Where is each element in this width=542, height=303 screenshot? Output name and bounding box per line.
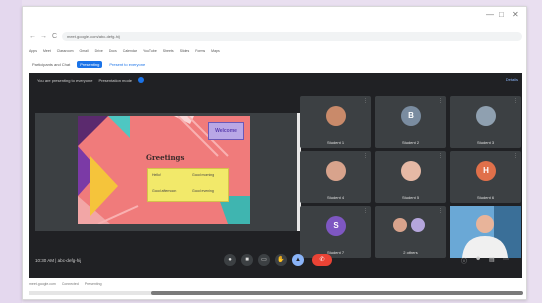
forward-icon[interactable]: →: [40, 33, 47, 40]
minimize-icon[interactable]: —: [486, 10, 494, 19]
bookmark-item[interactable]: Meet: [43, 49, 51, 53]
participant-tile[interactable]: ⋮ B Student 2: [375, 96, 446, 148]
participant-tile[interactable]: ⋮ Student 5: [375, 151, 446, 203]
camera-icon[interactable]: ■: [241, 254, 253, 266]
avatar: [476, 106, 496, 126]
cc-icon[interactable]: ▭: [258, 254, 270, 266]
greetings-box: Hello! Good morning Good afternoon Good …: [147, 168, 229, 202]
meet-header: You are presenting to everyone Presentat…: [29, 73, 522, 87]
page-tab-strip: Participants and Chat Presenting Present…: [29, 59, 148, 69]
tab-present-everyone[interactable]: Present to everyone: [106, 61, 148, 68]
presented-slide: Welcome Greetings Hello! Good morning Go…: [78, 116, 250, 224]
greeting-line: Good afternoon: [152, 189, 177, 193]
slide-title: Greetings: [146, 153, 185, 162]
browser-window: — □ ✕ ← → C meet.google.com/abc-defg-hij…: [22, 6, 527, 300]
chat-icon[interactable]: ▤: [489, 256, 495, 263]
participant-tile[interactable]: ⋮ Student 1: [300, 96, 371, 148]
call-controls: 10:30 AM | abc-defg-hij ● ■ ▭ ✋ ▲ ✆ ⓘ ☻ …: [29, 249, 522, 271]
bookmark-item[interactable]: Slides: [180, 49, 190, 53]
welcome-sign: Welcome: [208, 122, 244, 140]
title-bar: — □ ✕: [23, 7, 526, 29]
participant-tile[interactable]: ⋮ H Student 6: [450, 151, 521, 203]
bookmark-item[interactable]: Drive: [95, 49, 103, 53]
bookmark-item[interactable]: Classroom: [57, 49, 74, 53]
tab-presenting[interactable]: Presenting: [77, 60, 103, 68]
avatar: H: [476, 161, 496, 181]
participant-name: Student 4: [326, 195, 345, 200]
more-icon[interactable]: ⋮: [438, 153, 443, 159]
info-icon[interactable]: ⓘ: [461, 256, 467, 265]
maximize-icon[interactable]: □: [499, 10, 504, 19]
close-icon[interactable]: ✕: [512, 10, 519, 19]
present-icon[interactable]: ▲: [292, 254, 304, 266]
bookmark-item[interactable]: Sheets: [163, 49, 174, 53]
presentation-label: Presentation mode: [98, 77, 133, 83]
details-link[interactable]: Details: [506, 77, 518, 82]
participant-name: Student 6: [476, 195, 495, 200]
more-icon[interactable]: ⋮: [363, 98, 368, 104]
presentation-stage: Welcome Greetings Hello! Good morning Go…: [35, 113, 301, 231]
more-icon[interactable]: ⋮: [513, 98, 518, 104]
participant-grid: ⋮ Student 1 ⋮ B Student 2 ⋮ Student 3 ⋮ …: [300, 96, 522, 258]
more-icon[interactable]: ⋮: [363, 208, 368, 214]
bookmark-item[interactable]: Calendar: [123, 49, 137, 53]
greeting-line: Hello!: [152, 173, 161, 177]
status-bar: meet.google.com Connected Presenting: [29, 280, 522, 288]
horizontal-scroll-thumb[interactable]: [151, 291, 523, 295]
greeting-line: Good evening: [192, 189, 214, 193]
bookmarks-bar: Apps Meet Classroom Gmail Drive Docs Cal…: [29, 47, 522, 55]
activities-icon[interactable]: ⋯: [503, 256, 509, 263]
end-call-button[interactable]: ✆: [312, 254, 332, 266]
avatar: B: [401, 106, 421, 126]
bookmark-item[interactable]: YouTube: [143, 49, 157, 53]
more-icon[interactable]: ⋮: [513, 153, 518, 159]
people-icon[interactable]: ☻: [475, 256, 481, 262]
participant-tile[interactable]: ⋮ Student 3: [450, 96, 521, 148]
avatar: [393, 218, 407, 232]
bookmark-item[interactable]: Forms: [195, 49, 205, 53]
presenting-indicator-icon: [138, 77, 145, 83]
participant-name: Student 5: [401, 195, 420, 200]
reload-icon[interactable]: C: [51, 33, 58, 40]
participant-tile[interactable]: ⋮ Student 4: [300, 151, 371, 203]
participant-name: Student 1: [326, 140, 345, 145]
address-bar-row: ← → C meet.google.com/abc-defg-hij: [29, 31, 522, 42]
status-item: Presenting: [84, 282, 102, 286]
avatar: [411, 218, 425, 232]
more-icon[interactable]: ⋮: [438, 208, 443, 214]
mic-icon[interactable]: ●: [224, 254, 236, 266]
participant-name: Student 3: [476, 140, 495, 145]
meet-call-area: You are presenting to everyone Presentat…: [29, 73, 522, 278]
avatar: [401, 161, 421, 181]
status-item: Connected: [61, 282, 79, 286]
avatar: S: [326, 216, 346, 236]
bookmark-item[interactable]: Docs: [109, 49, 117, 53]
avatar: [326, 161, 346, 181]
url-input[interactable]: meet.google.com/abc-defg-hij: [62, 32, 522, 41]
more-icon[interactable]: ⋮: [438, 98, 443, 104]
bookmark-item[interactable]: Apps: [29, 49, 37, 53]
bookmark-item[interactable]: Maps: [211, 49, 220, 53]
avatar: [326, 106, 346, 126]
meeting-time-label: 10:30 AM | abc-defg-hij: [35, 258, 82, 263]
tab-participants[interactable]: Participants and Chat: [29, 61, 73, 68]
raise-hand-icon[interactable]: ✋: [275, 254, 287, 266]
participant-name: Student 2: [401, 140, 420, 145]
greeting-line: Good morning: [192, 173, 215, 177]
desktop-background: [0, 0, 22, 303]
back-icon[interactable]: ←: [29, 33, 36, 40]
bookmark-item[interactable]: Gmail: [80, 49, 89, 53]
status-item: meet.google.com: [29, 282, 56, 286]
more-icon[interactable]: ⋮: [363, 153, 368, 159]
presenter-label: You are presenting to everyone: [37, 77, 93, 83]
